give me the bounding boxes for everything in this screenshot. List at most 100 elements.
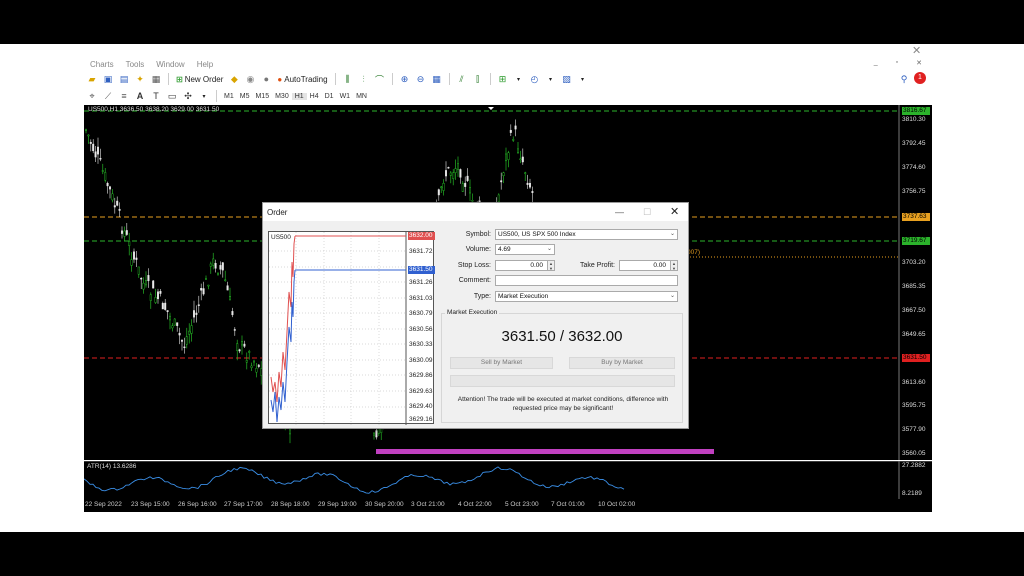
trendline-icon[interactable]: ⟋ <box>102 90 114 102</box>
candle-body <box>507 152 510 160</box>
atr-max: 27.2882 <box>902 462 926 469</box>
symbol-value: US500, US SPX 500 Index <box>498 231 576 238</box>
plus-icon: ⊞ <box>176 74 183 84</box>
globe-icon[interactable]: ● <box>260 73 272 85</box>
restore-icon[interactable]: ▫ <box>896 59 898 67</box>
indicators-icon[interactable]: ⊞ <box>497 73 509 85</box>
candlestick-icon[interactable]: ⫶ <box>358 73 370 85</box>
menu-help[interactable]: Help <box>197 60 213 69</box>
menu-charts[interactable]: Charts <box>90 60 114 69</box>
takeprofit-input[interactable]: 0.00 ▲ ▼ <box>619 260 678 271</box>
tf-h4[interactable]: H4 <box>307 93 322 100</box>
crosshair-icon[interactable]: ⌖ <box>86 90 98 102</box>
candle-body <box>529 183 532 188</box>
atr-indicator-window[interactable]: ATR(14) 13.6286 27.2882 8.2189 <box>84 461 932 499</box>
y-tick: 3756.75 <box>902 188 926 195</box>
chart-shift-icon[interactable]: ⫿ <box>472 73 484 85</box>
x-tick: 4 Oct 22:00 <box>458 501 492 508</box>
line-chart-icon[interactable]: ⌒ <box>374 73 386 85</box>
terminal-icon[interactable]: ▦ <box>150 73 162 85</box>
navigator-icon[interactable]: ✦ <box>134 73 146 85</box>
profiles-icon[interactable]: ▣ <box>102 73 114 85</box>
tf-m30[interactable]: M30 <box>272 93 292 100</box>
shapes-icon[interactable]: ✣ <box>182 90 194 102</box>
autotrading-button[interactable]: ● AutoTrading <box>274 75 330 84</box>
type-select[interactable]: Market Execution ⌄ <box>495 291 678 302</box>
autotrading-icon: ● <box>277 74 283 84</box>
chevron-down-icon: ⌄ <box>546 246 552 252</box>
stoploss-value: 0.00 <box>530 262 543 269</box>
metaeditor-icon[interactable]: ◆ <box>228 73 240 85</box>
candle-body <box>128 241 131 246</box>
chart-shift-marker <box>488 107 494 110</box>
volume-value: 4.69 <box>498 246 511 253</box>
autoscroll-icon[interactable]: ⫽ <box>456 73 468 85</box>
bar-chart-icon[interactable]: ⫼ <box>342 73 354 85</box>
candle-body <box>216 272 219 275</box>
periods-icon[interactable]: ◴ <box>529 73 541 85</box>
candle-body <box>154 297 157 303</box>
tf-h1[interactable]: H1 <box>291 92 307 100</box>
zoom-in-icon[interactable]: ⊕ <box>399 73 411 85</box>
chevron-down-icon[interactable]: ▾ <box>513 73 525 85</box>
takeprofit-spinner-icon[interactable]: ▲ ▼ <box>670 260 678 271</box>
candle-body <box>445 170 448 177</box>
maximize-icon[interactable]: ☐ <box>643 207 651 218</box>
menu-window[interactable]: Window <box>156 60 184 69</box>
candle-body <box>236 343 239 351</box>
tf-d1[interactable]: D1 <box>322 93 337 100</box>
candle-body <box>224 279 227 282</box>
candle-body <box>156 291 159 300</box>
chevron-down-icon[interactable]: ▾ <box>198 90 210 102</box>
close-icon[interactable]: ✕ <box>916 59 922 67</box>
y-tick: 3810.30 <box>902 116 926 123</box>
candle-body <box>87 134 90 137</box>
candle-body <box>197 304 200 306</box>
stoploss-input[interactable]: 0.00 ▲ ▼ <box>495 260 555 271</box>
dialog-titlebar[interactable]: Order — ☐ ✕ <box>263 203 688 221</box>
comment-input[interactable] <box>495 275 678 286</box>
tick-label: 3629.40 <box>409 403 433 410</box>
stoploss-spinner-icon[interactable]: ▲ ▼ <box>547 260 555 271</box>
candle-body <box>517 148 520 153</box>
minimize-icon[interactable]: _ <box>874 59 878 67</box>
tf-m1[interactable]: M1 <box>221 93 237 100</box>
tick-label: 3630.33 <box>409 341 433 348</box>
search-icon[interactable]: ⚲ <box>898 73 910 85</box>
candle-body <box>142 282 145 290</box>
templates-icon[interactable]: ▧ <box>561 73 573 85</box>
textlabel-icon[interactable]: T <box>150 90 162 102</box>
notifications-icon[interactable]: 1 <box>914 72 926 84</box>
zoom-out-icon[interactable]: ⊖ <box>415 73 427 85</box>
close-window-icon[interactable]: ✕ <box>912 44 921 57</box>
candle-body <box>526 182 529 185</box>
tf-m5[interactable]: M5 <box>237 93 253 100</box>
volume-select[interactable]: 4.69 ⌄ <box>495 244 555 255</box>
new-order-button[interactable]: ⊞ New Order <box>173 75 226 84</box>
buy-button[interactable]: Buy by Market <box>569 357 675 369</box>
y-tick: 3595.75 <box>902 402 926 409</box>
symbol-select[interactable]: US500, US SPX 500 Index ⌄ <box>495 229 678 240</box>
price-tag-green-top: 3816.67 <box>902 107 930 115</box>
sell-button[interactable]: Sell by Market <box>450 357 553 369</box>
candle-body <box>123 230 126 237</box>
text-icon[interactable]: A <box>134 90 146 102</box>
candle-body <box>164 302 167 310</box>
close-icon[interactable]: ✕ <box>670 205 679 218</box>
hline-icon[interactable]: ≡ <box>118 90 130 102</box>
x-tick: 28 Sep 18:00 <box>271 501 310 508</box>
menu-tools[interactable]: Tools <box>126 60 145 69</box>
market-watch-icon[interactable]: ▤ <box>118 73 130 85</box>
minimize-icon[interactable]: — <box>615 207 624 217</box>
tile-windows-icon[interactable]: ▦ <box>431 73 443 85</box>
tf-mn[interactable]: MN <box>353 93 370 100</box>
tf-m15[interactable]: M15 <box>252 93 272 100</box>
new-chart-icon[interactable]: ▰ <box>86 73 98 85</box>
tf-w1[interactable]: W1 <box>337 93 354 100</box>
rectangle-icon[interactable]: ▭ <box>166 90 178 102</box>
strategy-tester-icon[interactable]: ◉ <box>244 73 256 85</box>
candle-body <box>519 158 522 161</box>
candle-body <box>245 360 248 363</box>
chevron-down-icon[interactable]: ▾ <box>545 73 557 85</box>
chevron-down-icon[interactable]: ▾ <box>577 73 589 85</box>
